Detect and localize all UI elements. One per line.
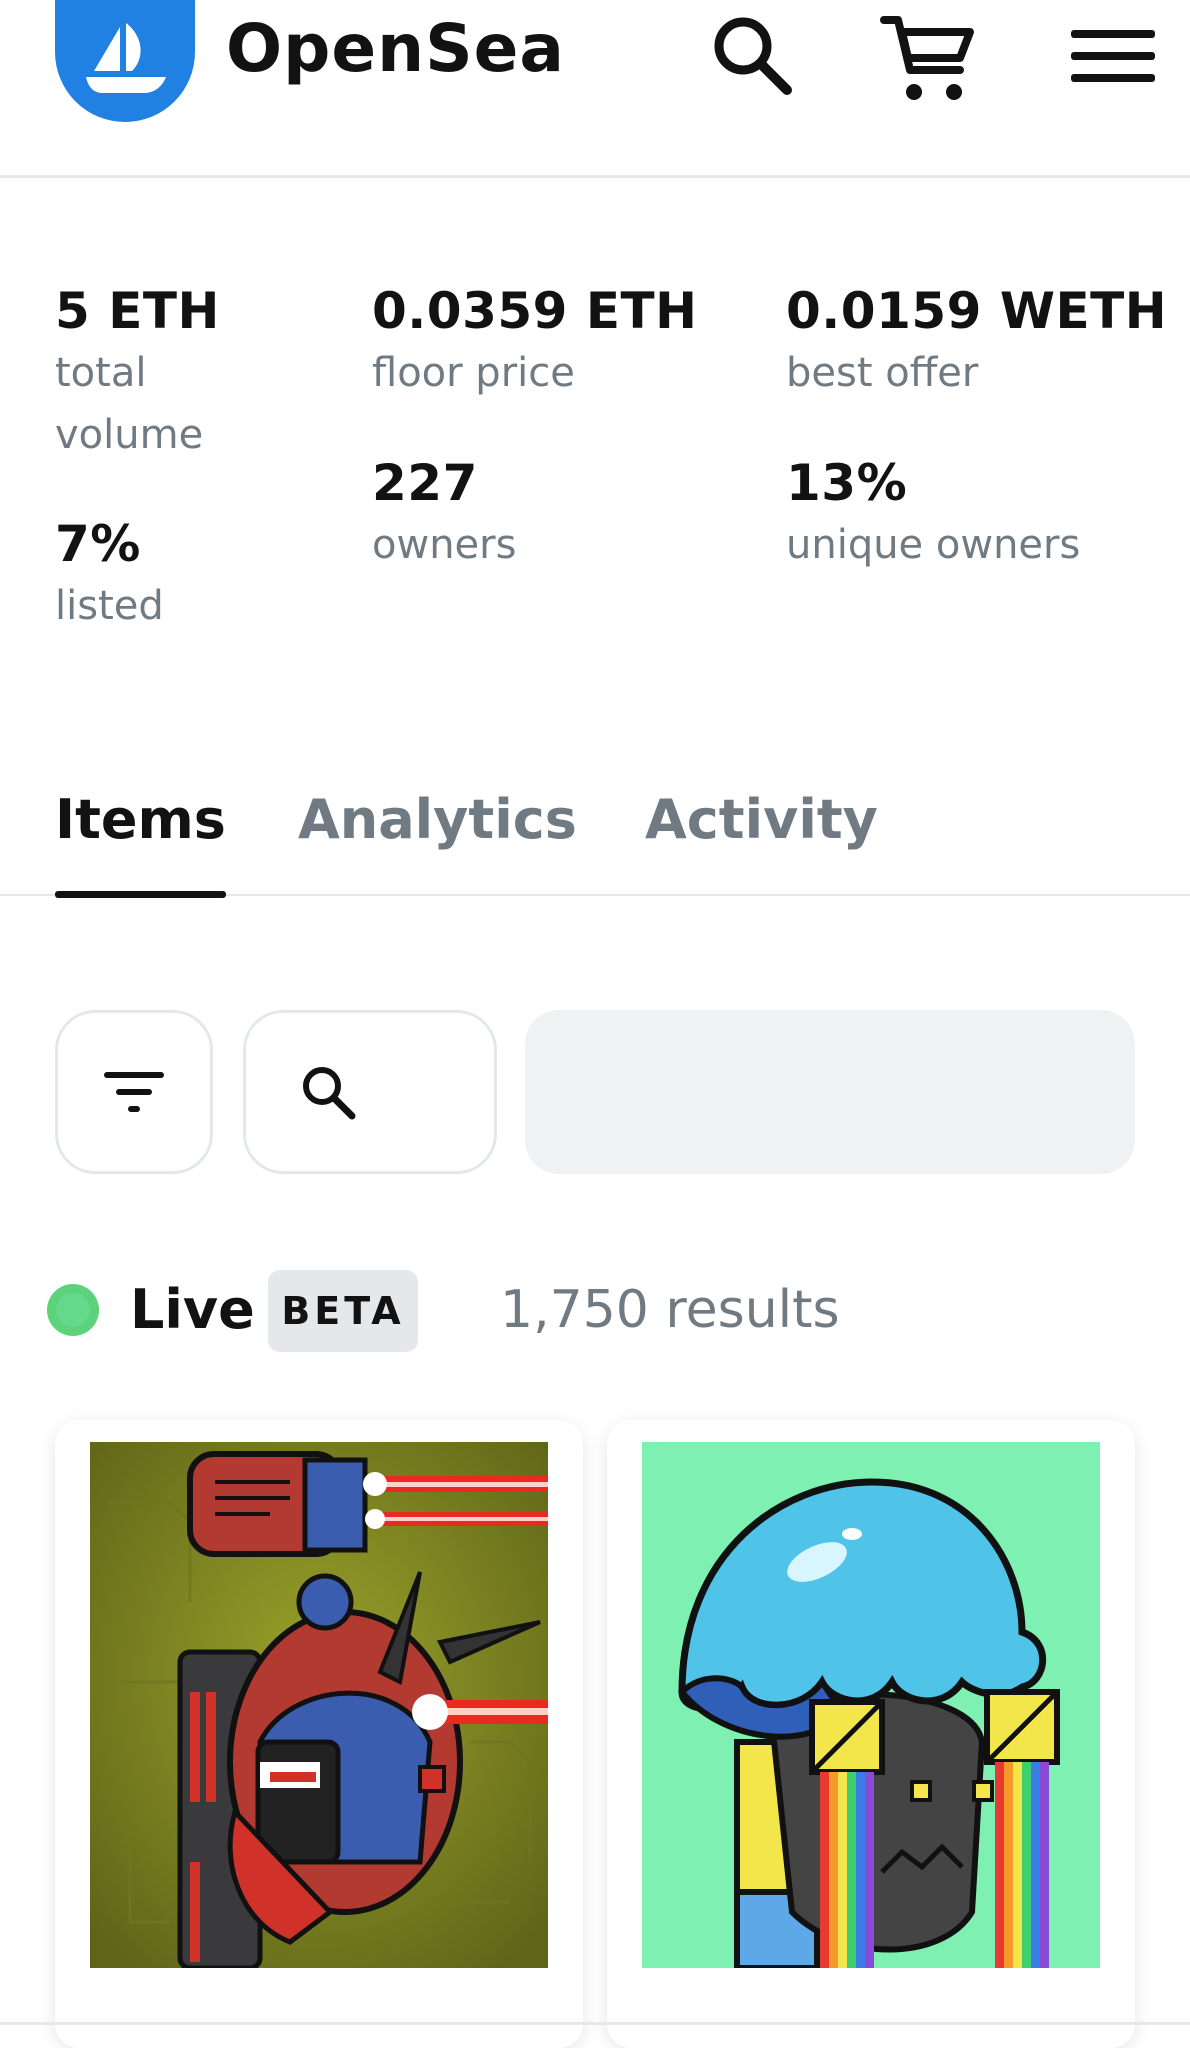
stat-value: 5 ETH <box>55 282 220 340</box>
stat-owners: 227 owners <box>372 452 516 576</box>
tab-label: Activity <box>645 788 878 851</box>
filter-button[interactable] <box>55 1010 213 1174</box>
opensea-logo-icon[interactable] <box>55 0 195 122</box>
search-icon[interactable] <box>705 8 801 104</box>
stat-value: 13% <box>786 454 908 512</box>
stat-listed: 7% listed <box>55 513 164 637</box>
stat-value: 227 <box>372 454 478 512</box>
nft-card[interactable] <box>55 1420 583 2048</box>
stat-label: unique owners <box>786 522 1081 568</box>
stat-value: 0.0159 WETH <box>786 282 1168 340</box>
stat-floor-price: 0.0359 ETH floor price <box>372 280 697 404</box>
cart-icon[interactable] <box>880 8 976 104</box>
sort-dropdown-placeholder[interactable] <box>525 1010 1135 1174</box>
stat-label: best offer <box>786 350 979 396</box>
divider <box>0 2022 1190 2025</box>
stat-value: 0.0359 ETH <box>372 282 698 340</box>
nft-image[interactable] <box>642 1442 1100 1968</box>
live-indicator-icon <box>47 1284 99 1336</box>
tab-label: Items <box>55 788 226 851</box>
brand-name[interactable]: OpenSea <box>226 10 565 87</box>
stat-best-offer: 0.0159 WETH best offer <box>786 280 1167 404</box>
active-tab-indicator <box>55 891 226 898</box>
tab-label: Analytics <box>298 788 577 851</box>
menu-icon[interactable] <box>1065 8 1161 104</box>
search-items-button[interactable] <box>243 1010 497 1174</box>
nft-image[interactable] <box>90 1442 548 1968</box>
results-count: 1,750 results <box>500 1280 840 1340</box>
stat-unique-owners: 13% unique owners <box>786 452 1080 576</box>
search-icon <box>303 1067 356 1120</box>
opensea-collection-page: OpenSea 5 ETH total volume 7% listed 0.0… <box>0 0 1190 2048</box>
stat-label: listed <box>55 583 164 629</box>
nft-card[interactable] <box>607 1420 1135 2048</box>
live-label: Live <box>130 1278 255 1341</box>
filter-icon <box>104 1072 164 1112</box>
tab-activity[interactable]: Activity <box>645 780 878 896</box>
stat-value: 7% <box>55 515 141 573</box>
tab-analytics[interactable]: Analytics <box>298 780 577 896</box>
tab-items[interactable]: Items <box>55 780 226 898</box>
stat-label: total <box>55 350 147 396</box>
collection-tabs: Items Analytics Activity <box>0 770 1190 898</box>
stat-label: owners <box>372 522 517 568</box>
stat-label: volume <box>55 412 204 458</box>
stat-total-volume: 5 ETH total volume <box>55 280 220 466</box>
beta-badge: BETA <box>268 1270 418 1352</box>
top-header: OpenSea <box>0 0 1190 178</box>
stat-label: floor price <box>372 350 575 396</box>
